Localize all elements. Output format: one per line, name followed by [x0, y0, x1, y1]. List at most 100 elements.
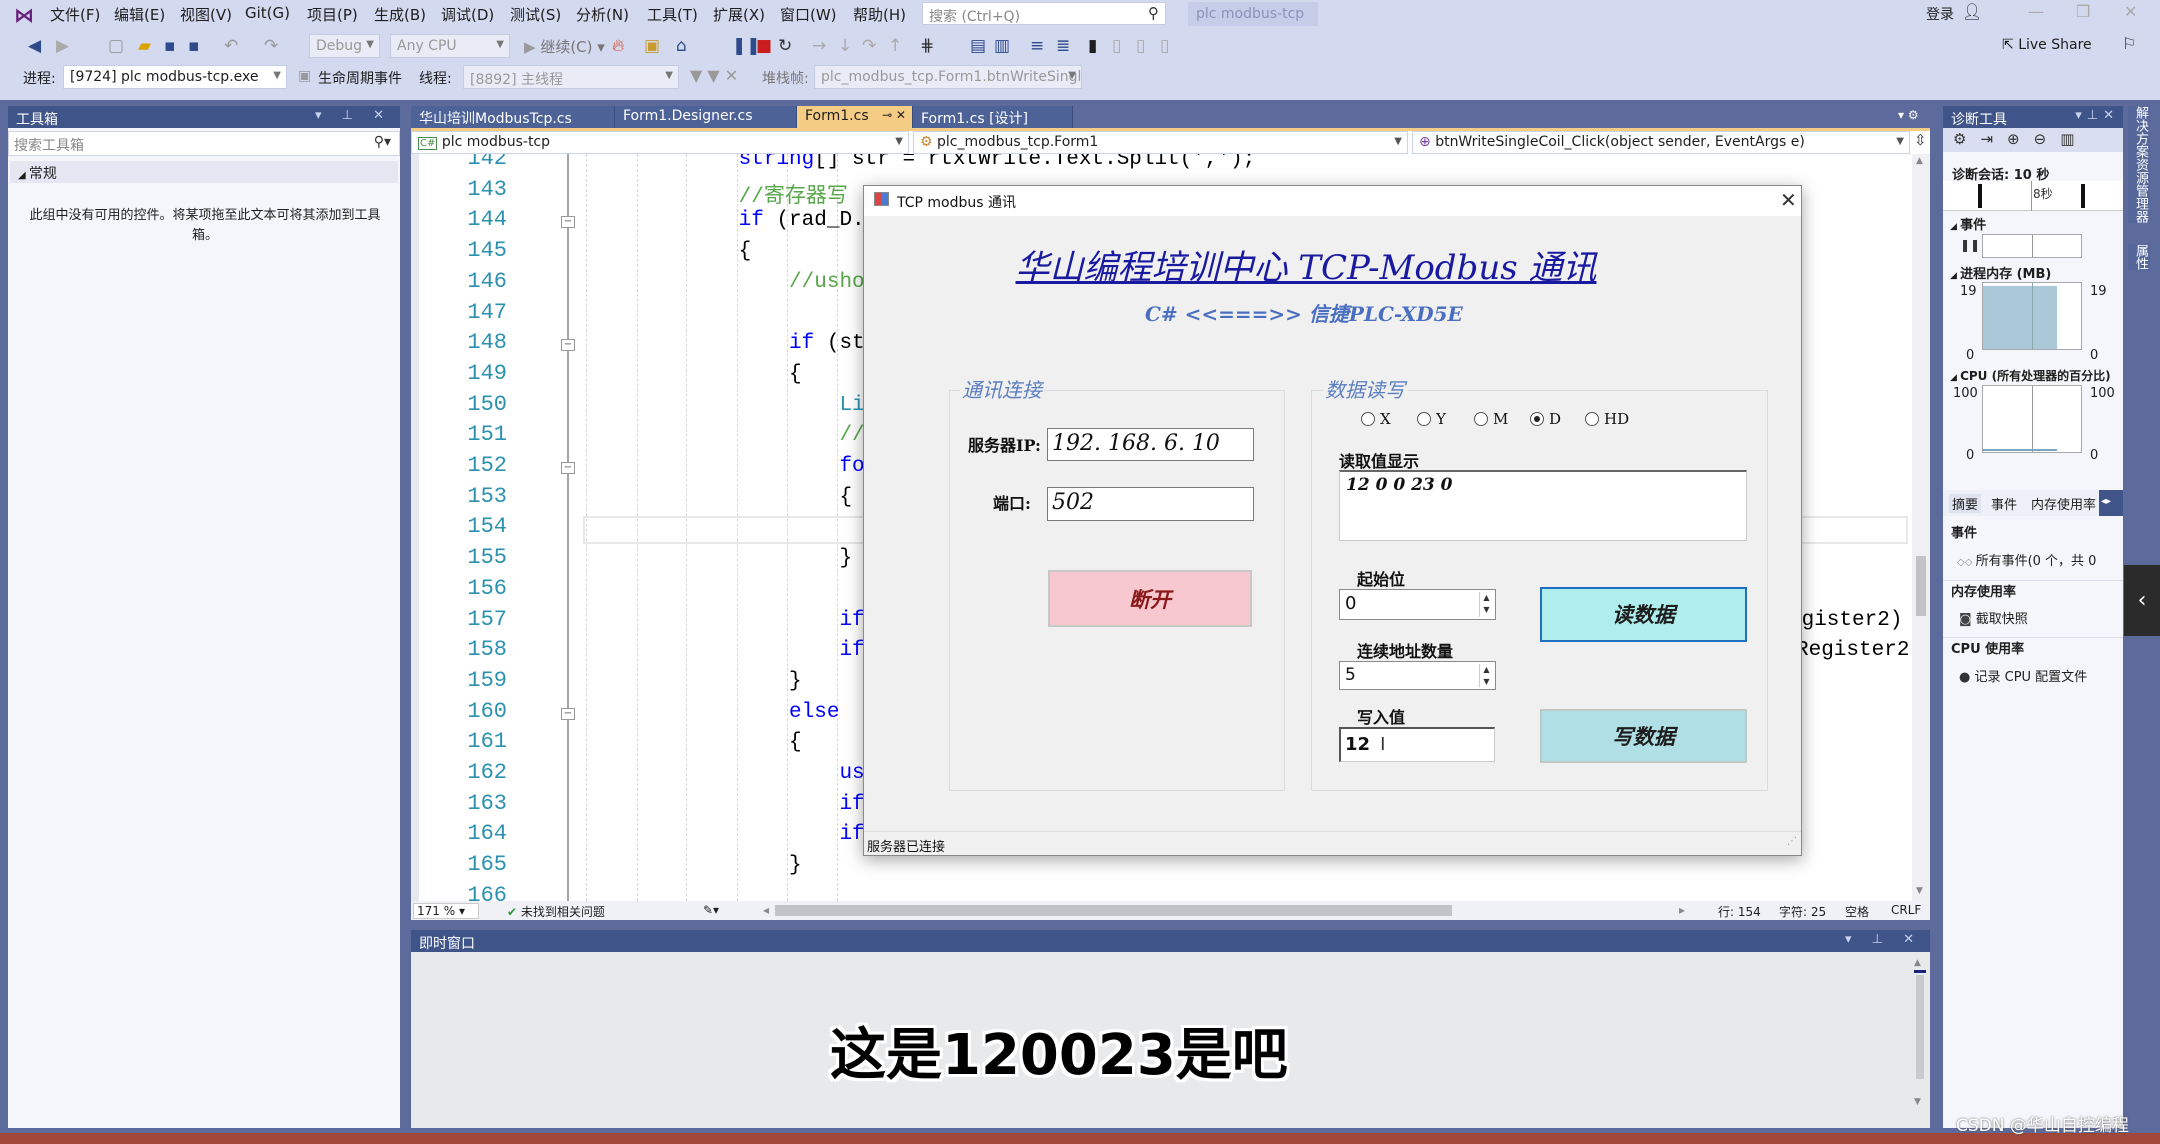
hot-reload-icon[interactable]: 🔥︎ — [612, 35, 624, 57]
tab-form1-cs[interactable]: Form1.cs ⊸ ✕ — [797, 106, 913, 128]
account-icon[interactable]: 👤︎ — [1962, 2, 1982, 21]
timeline-end-handle[interactable] — [2081, 184, 2085, 208]
filter-icon[interactable]: ▼ ▼ ✕ — [690, 66, 738, 85]
panel-controls-icon[interactable]: ▾ ⊥ ✕ — [1845, 932, 1922, 947]
cpu-section-header[interactable]: ◢ CPU (所有处理器的百分比) — [1950, 367, 2111, 384]
panel-controls-icon[interactable]: ▾ ⊥ ✕ — [315, 108, 392, 123]
continue-button[interactable]: ▶ 继续(C) ▾ — [524, 36, 605, 57]
diag-tab-summary[interactable]: 摘要 — [1949, 494, 1982, 513]
start-address-spinner[interactable]: 0 ▲ ▼ — [1339, 589, 1496, 620]
show-next-statement-icon[interactable]: → — [812, 35, 826, 57]
spaces-indicator[interactable]: 空格 — [1845, 903, 1869, 920]
radio-x[interactable]: X — [1361, 410, 1391, 428]
indent-icon[interactable]: ≡ — [1030, 35, 1044, 57]
threads-icon[interactable]: ⋕ — [920, 35, 934, 57]
forward-icon[interactable]: ▶ — [56, 35, 69, 57]
scrollbar-thumb[interactable] — [1916, 556, 1926, 616]
menu-item[interactable]: 窗口(W) — [780, 4, 837, 25]
port-input[interactable]: 502 — [1047, 487, 1254, 521]
write-value-input[interactable]: 12 I — [1339, 727, 1495, 762]
resize-grip-icon[interactable]: ⋰ — [1787, 836, 1797, 847]
radio-y[interactable]: Y — [1417, 410, 1446, 428]
redo-icon[interactable]: ↷ — [264, 35, 278, 57]
step-into-icon[interactable]: ↓ — [838, 35, 852, 57]
menu-item[interactable]: Git(G) — [245, 4, 290, 22]
back-icon[interactable]: ◀ — [28, 35, 41, 57]
radio-hd[interactable]: HD — [1585, 410, 1629, 428]
feedback-icon[interactable]: ⚐ — [2122, 34, 2136, 53]
issues-indicator[interactable]: ✔ 未找到相关问题 — [507, 903, 605, 920]
stop-icon[interactable]: ■ — [756, 35, 772, 57]
collapse-panel-button[interactable]: ‹ — [2124, 565, 2160, 636]
scroll-right-icon[interactable]: ▸ — [1679, 903, 1685, 917]
scroll-up-icon[interactable]: ▲ — [1916, 156, 1923, 166]
side-tab-properties[interactable]: 属性 — [2128, 244, 2150, 270]
eol-indicator[interactable]: CRLF — [1891, 903, 1921, 917]
spinner-arrows-icon[interactable]: ▲ ▼ — [1479, 592, 1493, 617]
process-dropdown[interactable]: [9724] plc modbus-tcp.exe ▼ — [63, 65, 287, 89]
class-dropdown[interactable]: ⚙ plc_modbus_tcp.Form1 ▼ — [913, 131, 1408, 154]
menu-item[interactable]: 调试(D) — [441, 4, 494, 25]
char-indicator[interactable]: 字符: 25 — [1779, 903, 1826, 920]
scroll-down-icon[interactable]: ▼ — [1916, 886, 1923, 896]
zoom-dropdown[interactable]: 171 % ▾ — [413, 903, 479, 919]
disconnect-button[interactable]: 断开 — [1048, 570, 1252, 627]
record-cpu-profile-button[interactable]: ● 记录 CPU 配置文件 — [1943, 666, 2123, 685]
radio-d[interactable]: D — [1530, 410, 1561, 428]
dialog-close-button[interactable]: ✕ — [1780, 188, 1797, 212]
tab-scroll-arrows-icon[interactable]: ◂▸ — [2099, 490, 2123, 516]
write-data-button[interactable]: 写数据 — [1540, 709, 1747, 763]
restart-icon[interactable]: ↻ — [778, 35, 792, 57]
zoom-out-icon[interactable]: ⊖ — [2034, 130, 2061, 148]
menu-item[interactable]: 项目(P) — [307, 4, 358, 25]
bookmark-icon[interactable]: ▮ — [1088, 35, 1097, 57]
stack-frame-dropdown[interactable]: plc_modbus_tcp.Form1.btnWriteSingle ▼ — [814, 65, 1082, 89]
menu-item[interactable]: 扩展(X) — [713, 4, 765, 25]
take-snapshot-button[interactable]: ◙ 截取快照 — [1943, 608, 2123, 627]
read-data-button[interactable]: 读数据 — [1540, 587, 1747, 642]
tab-form1-design[interactable]: Form1.cs [设计] — [913, 106, 1073, 128]
chart-options-icon[interactable]: ▥ — [2060, 130, 2088, 148]
save-icon[interactable]: ▪ — [164, 35, 176, 57]
toolbox-search[interactable]: 搜索工具箱 ⚲▾ — [8, 131, 400, 156]
immediate-scrollbar[interactable]: ▲ ▼ — [1914, 958, 1928, 1108]
lifecycle-events-button[interactable]: 生命周期事件 — [318, 68, 402, 88]
menu-item[interactable]: 帮助(H) — [853, 4, 906, 25]
events-section-header[interactable]: ◢ 事件 — [1950, 214, 1986, 233]
menu-item[interactable]: 分析(N) — [576, 4, 629, 25]
tab-form1-designer-cs[interactable]: Form1.Designer.cs — [615, 106, 797, 128]
configuration-dropdown[interactable]: Debug ▼ — [309, 34, 380, 58]
spinner-arrows-icon[interactable]: ▲ ▼ — [1479, 664, 1493, 687]
tab-modbustcp-cs[interactable]: 华山培训ModbusTcp.cs — [411, 106, 615, 128]
menu-item[interactable]: 视图(V) — [180, 4, 232, 25]
menu-item[interactable]: 编辑(E) — [114, 4, 165, 25]
prev-bookmark-icon[interactable]: ▯ — [1112, 35, 1121, 57]
search-box[interactable]: 搜索 (Ctrl+Q) ⚲ — [922, 2, 1166, 25]
clear-bookmarks-icon[interactable]: ▯ — [1160, 35, 1169, 57]
timeline-ruler[interactable]: 8秒 — [1943, 181, 2123, 211]
settings-icon[interactable]: ⚙ — [1953, 130, 1980, 148]
toolbox-group-general[interactable]: ◢ 常规 — [10, 161, 398, 183]
step-out-icon[interactable]: ↑ — [888, 35, 902, 57]
panel-controls-icon[interactable]: ▾⊥✕ — [2075, 108, 2119, 123]
browser-link-icon[interactable]: ⌂ — [676, 35, 687, 57]
find-in-files-icon[interactable]: ▣ — [644, 35, 660, 57]
code-cleanup-icon[interactable]: ✎▾ — [703, 903, 719, 917]
login-link[interactable]: 登录 — [1926, 4, 1954, 24]
side-tab-solution-explorer[interactable]: 解决方案资源管理器 — [2128, 106, 2150, 223]
timeline-start-handle[interactable] — [1978, 184, 1982, 208]
menu-item[interactable]: 文件(F) — [50, 4, 100, 25]
split-editor-icon[interactable]: ⇳ — [1914, 131, 1927, 149]
save-all-icon[interactable]: ▪ — [188, 35, 200, 57]
line-indicator[interactable]: 行: 154 — [1718, 903, 1761, 920]
menu-item[interactable]: 生成(B) — [374, 4, 426, 25]
all-events-link[interactable]: ◇◇ 所有事件(0 个，共 0 — [1943, 550, 2123, 569]
uncomment-icon[interactable]: ▥ — [994, 35, 1010, 57]
platform-dropdown[interactable]: Any CPU ▼ — [390, 34, 510, 58]
address-count-spinner[interactable]: 5 ▲ ▼ — [1339, 661, 1496, 690]
zoom-in-icon[interactable]: ⊕ — [2007, 130, 2034, 148]
export-icon[interactable]: ⇥ — [1980, 130, 2007, 148]
outdent-icon[interactable]: ≣ — [1056, 35, 1070, 57]
next-bookmark-icon[interactable]: ▯ — [1136, 35, 1145, 57]
menu-item[interactable]: 工具(T) — [647, 4, 698, 25]
